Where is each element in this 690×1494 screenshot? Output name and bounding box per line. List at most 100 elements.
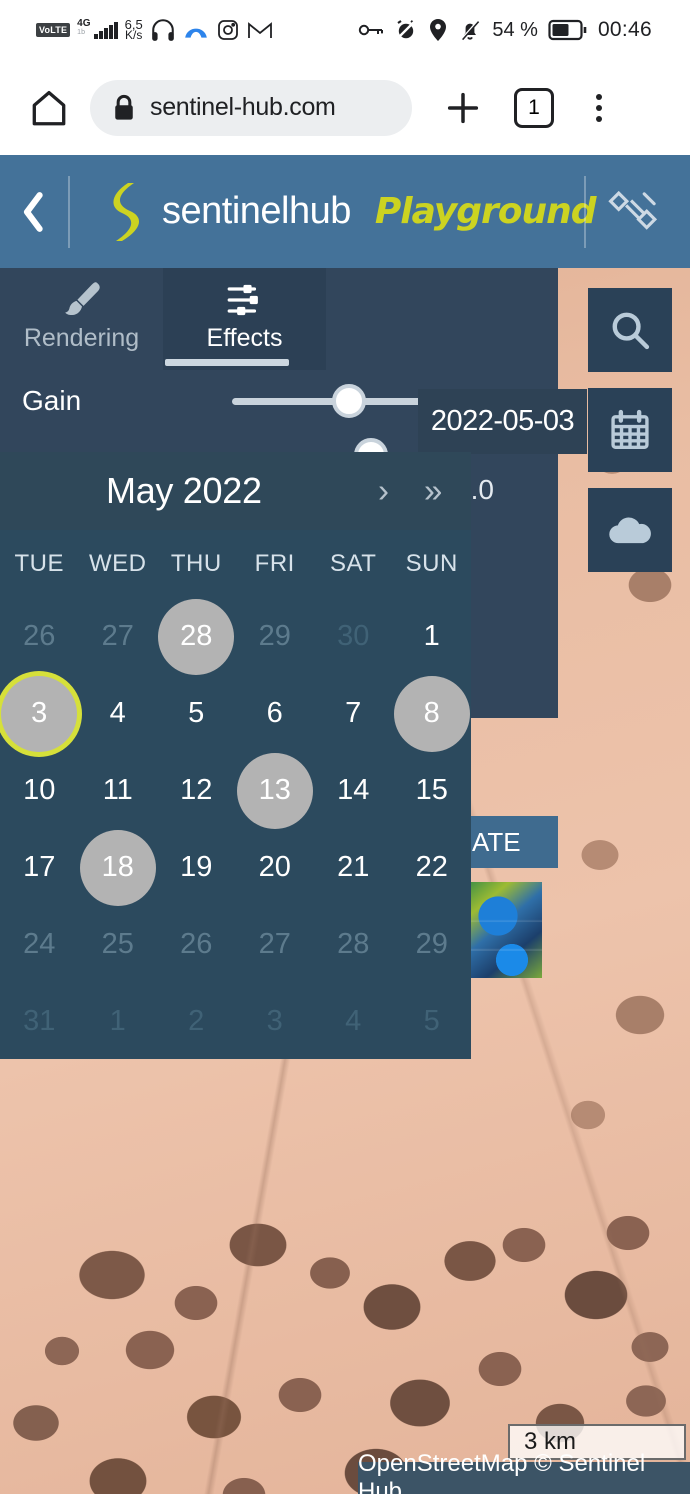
calendar-day-label: 19	[180, 851, 213, 883]
kebab-menu-icon[interactable]	[582, 88, 616, 128]
selected-date-value: 2022-05-03	[430, 405, 575, 437]
calendar-day-cell[interactable]: 29	[393, 906, 472, 983]
calendar-day-cell[interactable]: 28	[314, 906, 393, 983]
calendar-day-cell[interactable]: 31	[0, 983, 79, 1060]
brand-name: sentinelhub	[162, 190, 351, 232]
weekday-label: TUE	[14, 550, 64, 577]
calendar-day-cell[interactable]: 20	[236, 829, 315, 906]
brush-icon	[59, 278, 105, 322]
calendar-day-cell[interactable]: 15	[393, 752, 472, 829]
calendar-day-grid: 26 27 28 29 30 1 3 4 5 6 7 8 10 11 12 13 14 15 17 18 19 20 21 2…	[0, 598, 471, 1060]
calendar-day-cell[interactable]: 18	[79, 829, 158, 906]
calendar-day-cell[interactable]: 26	[0, 598, 79, 675]
calendar-day-cell[interactable]: 27	[236, 906, 315, 983]
calendar-day-cell[interactable]: 27	[79, 598, 158, 675]
calendar-day-cell[interactable]: 1	[393, 598, 472, 675]
calendar-day-label: 2	[188, 1005, 205, 1037]
calendar-day-cell[interactable]: 30	[314, 598, 393, 675]
tab-rendering-label: Rendering	[23, 324, 140, 352]
plus-icon[interactable]	[438, 83, 488, 133]
calendar-weekday-row: TUE WED THU FRI SAT SUN	[0, 530, 471, 598]
calendar-day-cell[interactable]: 6	[236, 675, 315, 752]
calendar-day-label: 30	[337, 620, 370, 652]
tab-count-button[interactable]: 1	[514, 87, 554, 128]
clock-label: 00:46	[597, 18, 652, 41]
calendar-day-cell[interactable]: 3	[0, 675, 79, 752]
app-root: VoLTE 4G 1b 6,5 K/s 54 % 00:46 sentinel-…	[0, 0, 690, 1494]
mega-app-icon	[183, 20, 209, 40]
volte-badge: VoLTE	[36, 23, 71, 37]
calendar-day-selected: 3	[1, 675, 78, 752]
cloud-coverage-button[interactable]	[588, 488, 672, 572]
calendar-day-label: 6	[266, 697, 283, 729]
network-sub-label: 1b	[77, 28, 85, 36]
calendar-day-cell[interactable]: 24	[0, 906, 79, 983]
gain-slider-thumb[interactable]	[331, 384, 366, 418]
legend-thumbnail[interactable]	[468, 882, 542, 978]
url-bar[interactable]: sentinel-hub.com	[90, 79, 412, 136]
calendar-day-cell[interactable]: 2	[157, 983, 236, 1060]
tab-effects[interactable]: Effects	[163, 268, 326, 370]
chevron-double-right-icon[interactable]: »	[424, 472, 442, 510]
partial-date-button[interactable]: ATE	[462, 816, 558, 868]
calendar-day-label: 10	[23, 774, 56, 806]
map-attribution[interactable]: OpenStreetMap © Sentinel Hub	[358, 1450, 690, 1494]
selected-date-readout[interactable]: 2022-05-03	[418, 389, 587, 454]
key-icon	[358, 20, 384, 40]
battery-icon	[548, 19, 588, 41]
map-attribution-label: OpenStreetMap © Sentinel Hub	[358, 1450, 646, 1494]
calendar-day-cell[interactable]: 5	[157, 675, 236, 752]
search-icon	[608, 308, 652, 352]
tab-active-indicator	[165, 359, 289, 366]
calendar-day-label: 17	[23, 851, 56, 883]
calendar-day-label: 26	[180, 928, 213, 960]
partial-date-button-label: ATE	[472, 826, 521, 857]
gain-slider-label: Gain	[22, 385, 82, 416]
instagram-icon	[216, 18, 240, 42]
calendar-day-cell[interactable]: 14	[314, 752, 393, 829]
brand-lockup[interactable]: sentinelhub Playground	[106, 181, 597, 243]
search-button[interactable]	[588, 288, 672, 372]
calendar-day-cell[interactable]: 26	[157, 906, 236, 983]
calendar-day-cell[interactable]: 7	[314, 675, 393, 752]
calendar-day-cell[interactable]: 21	[314, 829, 393, 906]
url-text: sentinel-hub.com	[150, 93, 336, 121]
calendar-day-cell[interactable]: 10	[0, 752, 79, 829]
home-icon[interactable]	[22, 81, 76, 135]
calendar-day-label: 28	[337, 928, 370, 960]
chevron-right-icon[interactable]: ›	[378, 472, 389, 510]
tab-count-label: 1	[528, 95, 540, 119]
calendar-day-cell[interactable]: 28	[157, 598, 236, 675]
calendar-day-cell[interactable]: 12	[157, 752, 236, 829]
calendar-day-label: 1	[109, 1005, 126, 1037]
tab-rendering[interactable]: Rendering	[0, 268, 163, 370]
calendar-day-cell[interactable]: 11	[79, 752, 158, 829]
sliders-icon	[223, 278, 267, 322]
calendar-day-cell[interactable]: 4	[314, 983, 393, 1060]
calendar-day-cell[interactable]: 29	[236, 598, 315, 675]
sentinelhub-logo-icon	[106, 181, 148, 243]
calendar-day-cell[interactable]: 19	[157, 829, 236, 906]
chevron-left-icon[interactable]	[0, 155, 68, 268]
calendar-day-cell[interactable]: 5	[393, 983, 472, 1060]
calendar-day-cell[interactable]: 3	[236, 983, 315, 1060]
calendar-day-label: 21	[337, 851, 370, 883]
calendar-day-cell[interactable]: 17	[0, 829, 79, 906]
calendar-day-label: 24	[23, 928, 56, 960]
calendar-day-cell[interactable]: 13	[236, 752, 315, 829]
calendar-day-cell[interactable]: 25	[79, 906, 158, 983]
android-status-bar: VoLTE 4G 1b 6,5 K/s 54 % 00:46	[0, 0, 690, 60]
calendar-day-label: 27	[258, 928, 291, 960]
calendar-day-cell[interactable]: 8	[393, 675, 472, 752]
calendar-button[interactable]	[588, 388, 672, 472]
calendar-day-cell[interactable]: 4	[79, 675, 158, 752]
calendar-day-cell[interactable]: 1	[79, 983, 158, 1060]
date-picker-calendar: May 2022 › » TUE WED THU FRI SAT SUN 26 2…	[0, 452, 471, 1059]
calendar-day-label: 28	[158, 598, 235, 675]
calendar-day-label: 22	[415, 851, 448, 883]
satellite-icon[interactable]	[608, 184, 664, 240]
calendar-day-cell[interactable]: 22	[393, 829, 472, 906]
calendar-day-label: 11	[102, 774, 133, 806]
calendar-day-label: 15	[415, 774, 448, 806]
header-divider-left	[68, 175, 70, 248]
